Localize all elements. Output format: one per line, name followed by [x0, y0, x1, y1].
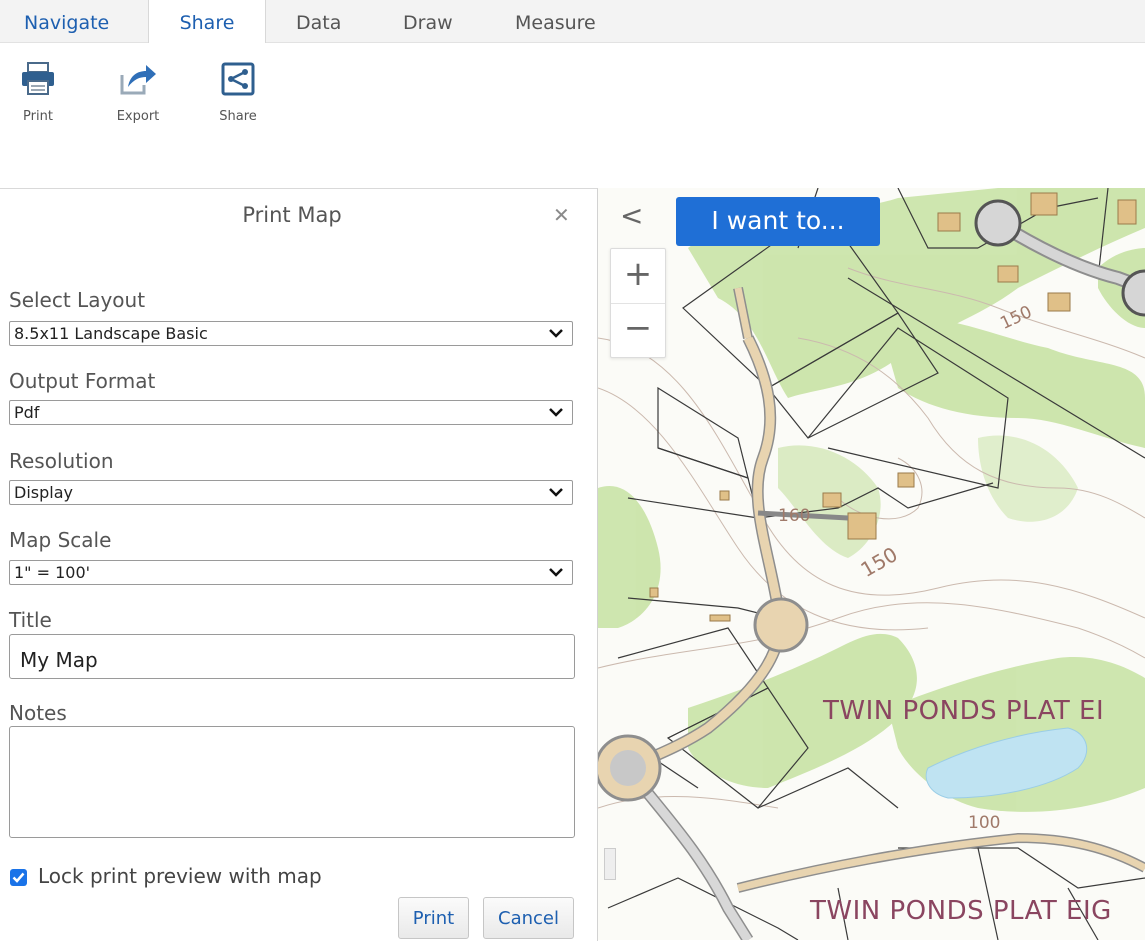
map-scale-dropdown[interactable]: 1" = 100' [9, 560, 573, 585]
print-button[interactable]: Print [398, 897, 469, 939]
zoom-control: + − [610, 248, 666, 358]
chevron-down-icon [548, 562, 564, 589]
resolution-value: Display [14, 483, 73, 502]
lock-preview-label: Lock print preview with map [38, 864, 322, 888]
resolution-dropdown[interactable]: Display [9, 480, 573, 505]
zoom-out-button[interactable]: − [611, 303, 665, 357]
close-icon[interactable]: ✕ [553, 203, 570, 227]
lock-preview-checkbox[interactable] [10, 869, 27, 886]
tab-data[interactable]: Data [296, 0, 341, 42]
share-icon [203, 59, 273, 99]
print-ribbon-button[interactable]: Print [3, 59, 73, 124]
tab-draw[interactable]: Draw [403, 0, 453, 42]
export-icon [103, 59, 173, 99]
select-layout-value: 8.5x11 Landscape Basic [14, 324, 208, 343]
collapse-panel-chevron-icon[interactable]: < [620, 202, 643, 230]
zoom-in-button[interactable]: + [611, 249, 665, 304]
cancel-button[interactable]: Cancel [483, 897, 574, 939]
output-format-label: Output Format [9, 369, 156, 393]
tab-measure[interactable]: Measure [515, 0, 596, 42]
resolution-label: Resolution [9, 449, 114, 473]
i-want-to-button[interactable]: I want to... [676, 197, 880, 246]
title-input[interactable]: My Map [9, 634, 575, 679]
export-ribbon-label: Export [116, 109, 160, 124]
chevron-down-icon [548, 323, 564, 350]
tab-share[interactable]: Share [148, 0, 266, 43]
printer-icon [3, 59, 73, 99]
notes-label: Notes [9, 701, 67, 725]
map-scale-label: Map Scale [9, 528, 112, 552]
title-label: Title [9, 608, 52, 632]
contour-label-100: 100 [968, 813, 1001, 833]
contour-label-160: 160 [778, 506, 811, 526]
tab-navigate[interactable]: Navigate [24, 0, 109, 42]
print-ribbon-label: Print [23, 109, 53, 124]
panel-resize-handle[interactable] [604, 848, 616, 880]
checkmark-icon [12, 872, 25, 883]
chevron-down-icon [548, 402, 564, 429]
parcel-label-twin-ponds-1: TWIN PONDS PLAT EI [823, 696, 1105, 726]
share-ribbon-label: Share [219, 109, 257, 124]
output-format-value: Pdf [14, 403, 40, 422]
panel-title: Print Map [242, 203, 342, 227]
ribbon-toolbar: Print Export Share [0, 43, 1145, 188]
export-ribbon-button[interactable]: Export [103, 59, 173, 124]
print-map-panel: Print Map ✕ Select Layout 8.5x11 Landsca… [0, 188, 598, 941]
share-ribbon-button[interactable]: Share [203, 59, 273, 124]
map-scale-value: 1" = 100' [14, 563, 91, 582]
select-layout-dropdown[interactable]: 8.5x11 Landscape Basic [9, 321, 573, 346]
select-layout-label: Select Layout [9, 288, 146, 312]
tab-bar: Navigate Share Data Draw Measure [0, 0, 1145, 43]
map-view[interactable]: < I want to... + − TWIN PONDS PLAT EI TW… [598, 188, 1145, 940]
chevron-down-icon [548, 482, 564, 509]
notes-textarea[interactable] [9, 726, 575, 838]
parcel-label-twin-ponds-2: TWIN PONDS PLAT EIG [810, 896, 1112, 926]
output-format-dropdown[interactable]: Pdf [9, 400, 573, 425]
